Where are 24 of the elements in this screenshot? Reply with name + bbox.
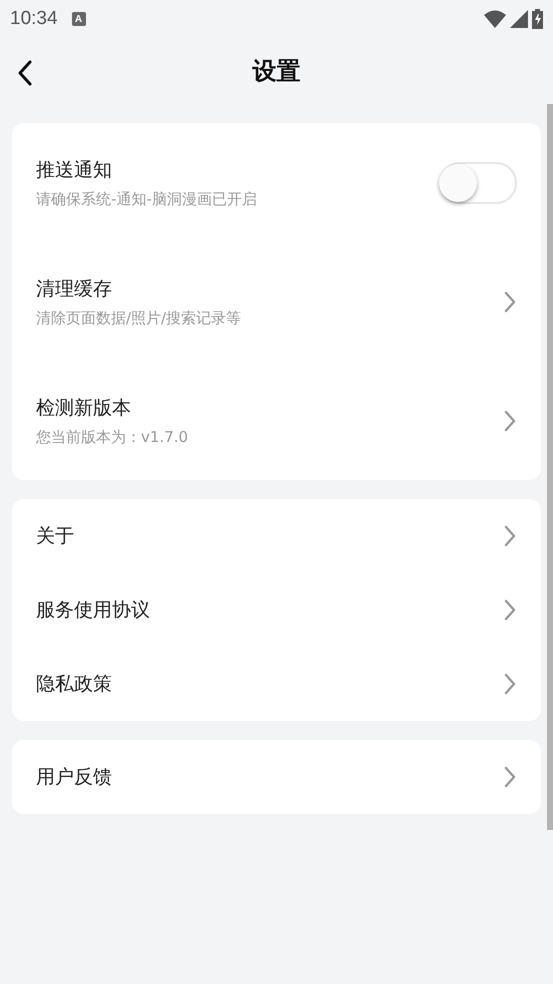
setting-subtitle: 请确保系统-通知-脑洞漫画已开启	[36, 190, 258, 208]
setting-subtitle: 您当前版本为：v1.7.0	[36, 428, 190, 446]
battery-icon	[532, 9, 543, 29]
chevron-right-icon	[503, 672, 517, 696]
setting-title[interactable]: 清理缓存	[36, 276, 503, 302]
setting-title[interactable]: 隐私政策	[36, 671, 503, 697]
chevron-right-icon	[503, 524, 517, 548]
setting-title[interactable]: 检测新版本	[36, 394, 503, 420]
chevron-right-icon	[503, 765, 517, 789]
setting-title[interactable]: 关于	[36, 523, 503, 549]
back-icon[interactable]	[16, 59, 34, 87]
setting-subtitle: 清除页面数据/照片/搜索记录等	[36, 308, 242, 328]
chevron-right-icon	[503, 408, 517, 432]
chevron-right-icon	[503, 290, 517, 314]
page-title: 设置	[252, 56, 300, 87]
notification-badge: A	[72, 12, 86, 26]
status-time: 10:34	[10, 8, 58, 30]
setting-title[interactable]: 推送通知	[36, 156, 439, 182]
wifi-icon	[484, 10, 506, 28]
chevron-right-icon	[503, 598, 517, 622]
signal-icon	[510, 10, 528, 28]
setting-title[interactable]: 服务使用协议	[36, 597, 503, 623]
toggle-switch[interactable]	[439, 162, 517, 204]
setting-title[interactable]: 用户反馈	[36, 764, 503, 790]
